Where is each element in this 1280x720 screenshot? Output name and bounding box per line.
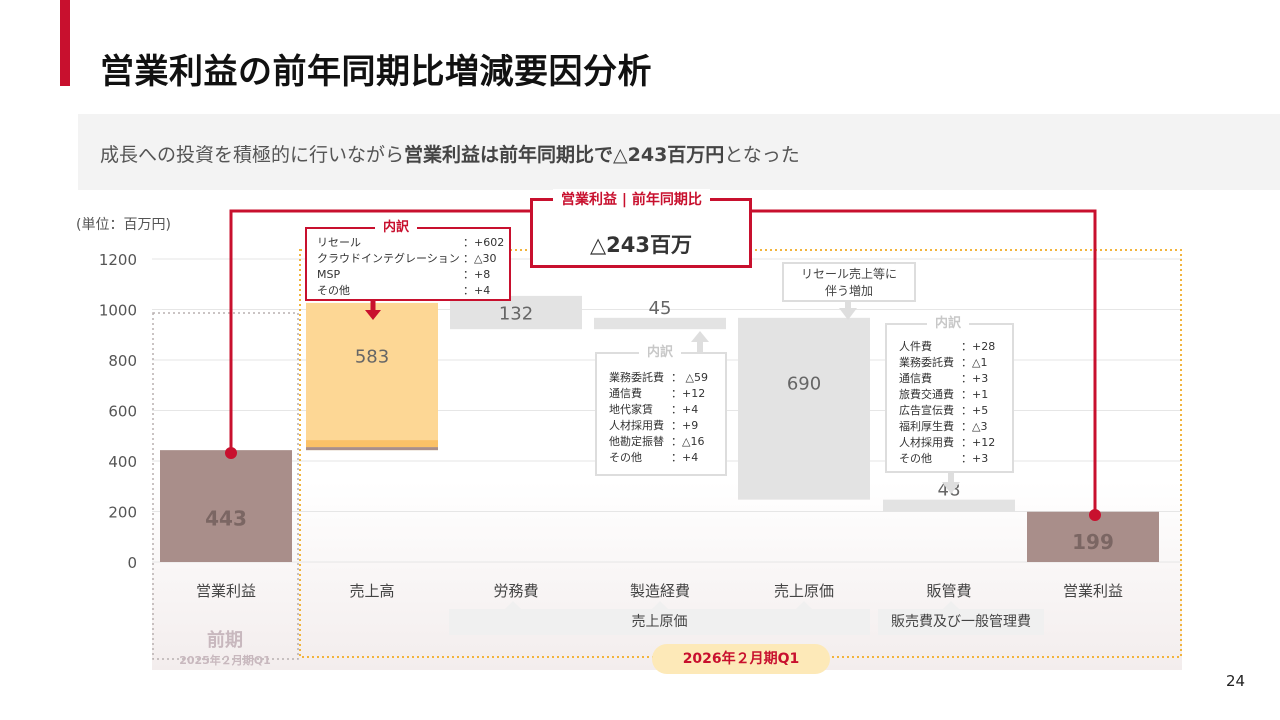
bar-segment — [306, 440, 438, 448]
list-item: その他 ：+3 — [899, 452, 989, 465]
group-cost-of-sales: 売上原価 — [449, 609, 870, 635]
bar-value-label: 583 — [355, 346, 389, 367]
category-label: 売上高 — [349, 582, 394, 600]
list-item: 他勘定振替 ：△16 — [609, 435, 705, 448]
list-item: 通信費 ：+12 — [609, 387, 706, 400]
bar-segment — [306, 447, 438, 451]
bar-value-label: 443 — [205, 506, 247, 530]
current-period-label: 2026年２月期Q1 — [652, 644, 830, 674]
breakdown-sga-header: 内訳 — [927, 316, 970, 332]
bar — [594, 317, 726, 330]
cost-callout-line1: リセール売上等に — [800, 267, 897, 281]
breakdown-sales: 内訳 リセール ：+602 クラウドインテグレーション ：△30 MSP ：+8 その… — [305, 220, 511, 301]
prev-period-label: 前期 — [207, 630, 243, 651]
list-item: 地代家賃 ：+4 — [609, 403, 699, 416]
cost-callout-line2: 伴う増加 — [824, 284, 873, 298]
list-item: クラウドインテグレーション ：△30 — [317, 252, 497, 265]
group-pointer-mfg — [652, 601, 668, 609]
prev-period-sub: 2025年２月期Q1 — [179, 654, 271, 667]
y-tick-labels: 0 200 400 600 800 1000 1200 — [99, 251, 137, 572]
summary-box: 営業利益 | 前年同期比 △243百万 — [530, 189, 752, 268]
list-item: 業務委託費： △59 — [609, 371, 708, 384]
bar-value-label: 45 — [649, 298, 672, 319]
mfg-arrow-head — [691, 331, 709, 342]
y-tick-label: 1000 — [99, 302, 137, 320]
group-sga: 販売費及び一般管理費 — [878, 609, 1044, 635]
group-pointer-labor — [505, 601, 521, 609]
bar — [883, 499, 1015, 512]
bracket-dot-right — [1089, 509, 1101, 521]
bar-value-label: 132 — [499, 304, 533, 325]
bar-value-label: 690 — [787, 373, 821, 394]
list-item: その他 ：+4 — [609, 451, 699, 464]
y-tick-label: 200 — [108, 504, 137, 522]
list-item: 業務委託費 ：△1 — [899, 356, 988, 369]
y-tick-label: 1200 — [99, 251, 137, 269]
list-item: 通信費 ：+3 — [899, 372, 989, 385]
bracket-dot-left — [225, 447, 237, 459]
group-pointer-cost — [796, 601, 812, 609]
summary-header: 営業利益 | 前年同期比 — [553, 189, 710, 209]
category-label: 製造経費 — [630, 582, 690, 600]
y-tick-label: 600 — [108, 403, 137, 421]
y-tick-label: 800 — [108, 352, 137, 370]
page-number: 24 — [1226, 672, 1246, 690]
list-item: 人材採用費 ：+9 — [609, 419, 699, 432]
breakdown-sga: 内訳 人件費 ：+28 業務委託費 ：△1 通信費 ：+3 旅費交通費 ：+1 広告宣伝… — [885, 316, 1014, 473]
group-pointer-sga — [943, 601, 959, 609]
list-item: 人材採用費 ：+12 — [899, 436, 996, 449]
breakdown-mfg-header: 内訳 — [639, 345, 682, 361]
breakdown-mfg: 内訳 業務委託費： △59 通信費 ：+12 地代家賃 ：+4 人材採用費 ：+9 他… — [595, 345, 727, 476]
bar — [306, 302, 438, 451]
summary-value: △243百万 — [590, 233, 692, 257]
bar — [738, 317, 870, 500]
y-tick-label: 400 — [108, 453, 137, 471]
category-label: 営業利益 — [1063, 582, 1123, 600]
list-item: 福利厚生費 ：△3 — [899, 420, 988, 433]
category-label: 営業利益 — [196, 582, 256, 600]
category-label: 販管費 — [926, 582, 971, 600]
list-item: MSP ：+8 — [317, 268, 491, 281]
list-item: 広告宣伝費 ：+5 — [899, 404, 989, 417]
list-item: その他 ：+4 — [317, 284, 491, 297]
bar-value-label: 199 — [1072, 530, 1114, 554]
breakdown-sales-header: 内訳 — [375, 220, 418, 236]
y-tick-label: 0 — [127, 554, 137, 572]
list-item: リセール ：+602 — [317, 236, 505, 249]
category-label: 売上原価 — [774, 582, 834, 600]
cost-callout: リセール売上等に 伴う増加 — [782, 262, 916, 302]
list-item: 旅費交通費 ：+1 — [899, 388, 989, 401]
list-item: 人件費 ：+28 — [899, 340, 996, 353]
category-label: 労務費 — [493, 582, 538, 600]
category-labels: 営業利益 売上高 労務費 製造経費 売上原価 販管費 営業利益 — [196, 582, 1123, 600]
